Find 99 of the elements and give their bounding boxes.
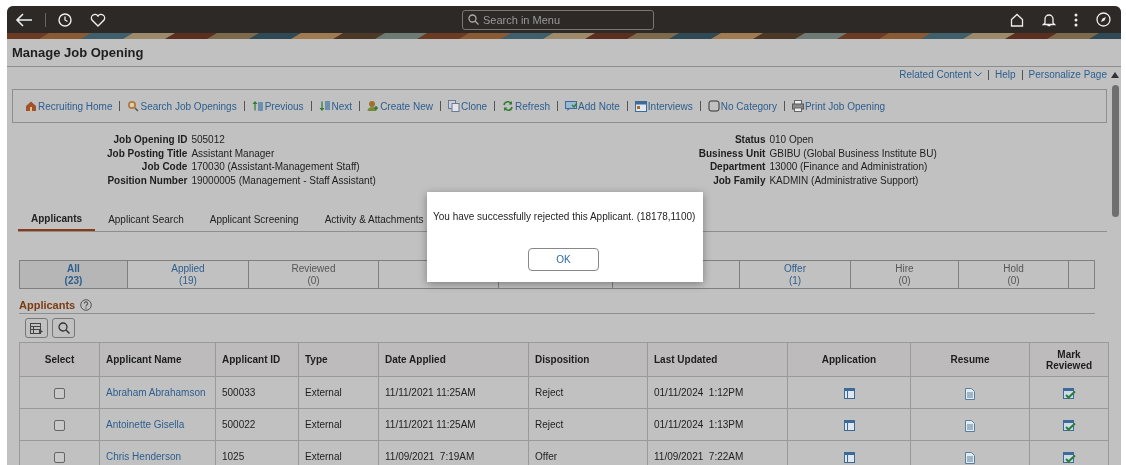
- row-checkbox[interactable]: [54, 420, 65, 432]
- table-cell: 01/11/2024 1:12PM: [647, 376, 788, 409]
- toolbar-link[interactable]: Create New: [367, 98, 433, 114]
- column-header: Select: [19, 342, 100, 377]
- toolbar-link[interactable]: Previous: [251, 98, 304, 114]
- field-value: 170030 (Assistant-Management Staff): [191, 160, 361, 174]
- tab[interactable]: Applicant Search: [95, 207, 197, 232]
- toolbar-link[interactable]: Add Note: [565, 98, 620, 114]
- field-label: Job Posting Title: [107, 146, 188, 161]
- form-icon[interactable]: [843, 452, 855, 464]
- column-header: Disposition: [528, 342, 648, 377]
- bell-icon[interactable]: [1042, 12, 1056, 27]
- table-cell: 11/11/2021 11:25AM: [378, 408, 529, 441]
- home-icon: [25, 100, 37, 112]
- help-icon[interactable]: [80, 299, 93, 312]
- tab[interactable]: Activity & Attachments: [311, 207, 426, 232]
- reviewed-check-icon[interactable]: [1062, 451, 1076, 464]
- table-cell: 500033: [215, 376, 299, 409]
- field-label: Job Code: [140, 160, 188, 174]
- toolbar-link[interactable]: Clone: [447, 98, 488, 114]
- grid-icon: [30, 322, 43, 334]
- copy-icon: [447, 100, 460, 112]
- field-label: Job Family: [712, 173, 766, 188]
- table-cell: External: [298, 408, 379, 441]
- tab[interactable]: Applicants: [18, 207, 96, 232]
- back-icon[interactable]: [15, 12, 33, 27]
- field-label: Job Opening ID: [112, 133, 188, 147]
- search-icon: [127, 100, 140, 112]
- refresh-icon: [502, 100, 515, 112]
- home-icon[interactable]: [1010, 12, 1024, 27]
- table-cell: 11/11/2021 11:25AM: [378, 376, 529, 409]
- table-cell: Reject: [528, 408, 648, 441]
- search-icon: [468, 14, 479, 25]
- field-value: KADMIN (Administrative Support): [769, 173, 920, 188]
- scroll-up-icon[interactable]: [1111, 72, 1119, 79]
- toolbar-link[interactable]: Recruiting Home: [25, 98, 113, 114]
- field-value: 13000 (Finance and Administration): [769, 160, 929, 174]
- clock-icon[interactable]: [58, 12, 72, 27]
- toolbar-link[interactable]: Refresh: [502, 98, 551, 114]
- reviewed-check-icon[interactable]: [1062, 419, 1076, 432]
- column-header: Applicant ID: [215, 342, 299, 377]
- toolbar-link[interactable]: Search Job Openings: [127, 98, 237, 114]
- search-button[interactable]: [52, 318, 75, 339]
- reviewed-check-icon[interactable]: [1062, 387, 1076, 400]
- printer-icon: [791, 100, 804, 112]
- toolbar-link[interactable]: Next: [318, 98, 353, 114]
- field-value: GBIBU (Global Business Institute BU): [769, 146, 937, 161]
- page-link[interactable]: Personalize Page: [1028, 67, 1107, 82]
- chevron-down-icon: [974, 72, 983, 77]
- field-label: Department: [708, 160, 766, 174]
- column-header: Applicant Name: [99, 342, 216, 377]
- table-cell: 01/11/2024 1:13PM: [647, 408, 788, 441]
- column-header: Mark Reviewed: [1029, 342, 1109, 377]
- field-value: 505012: [191, 133, 226, 147]
- document-icon[interactable]: [965, 387, 975, 400]
- form-icon[interactable]: [843, 388, 855, 400]
- column-header: Resume: [910, 342, 1030, 377]
- document-icon[interactable]: [965, 419, 975, 432]
- field-value: Assistant Manager: [191, 146, 276, 161]
- field-value: 010 Open: [769, 133, 815, 147]
- related-content-menu[interactable]: Related Content: [899, 67, 983, 82]
- search-icon: [57, 322, 70, 335]
- table-cell: Reject: [528, 376, 648, 409]
- ok-button[interactable]: OK: [528, 248, 599, 271]
- compass-icon[interactable]: [1096, 12, 1111, 27]
- calendar-icon: [634, 100, 647, 112]
- dialog-message: You have successfully rejected this Applicant. (18178,1100): [433, 211, 697, 223]
- page-title: Manage Job Opening: [7, 39, 1121, 67]
- column-header: Type: [298, 342, 379, 377]
- table-cell: 500022: [215, 408, 299, 441]
- column-header: Date Applied: [378, 342, 529, 377]
- column-settings-button[interactable]: [25, 318, 48, 339]
- field-value: 19000005 (Management - Staff Assistant): [191, 173, 376, 188]
- row-checkbox[interactable]: [54, 388, 65, 400]
- toolbar-link[interactable]: Interviews: [634, 98, 693, 114]
- person-add-icon: [367, 100, 380, 112]
- field-label: Business Unit: [698, 146, 766, 161]
- tab[interactable]: Applicant Screening: [196, 207, 312, 232]
- form-icon[interactable]: [843, 420, 855, 432]
- down-arrow-icon: [318, 100, 331, 112]
- row-checkbox[interactable]: [54, 452, 65, 464]
- up-arrow-icon: [251, 100, 264, 112]
- field-label: Status: [733, 133, 766, 147]
- section-title: Applicants: [19, 298, 76, 314]
- page-link[interactable]: Help: [995, 67, 1016, 82]
- status-filter-tab[interactable]: All (23): [20, 261, 128, 289]
- table-cell: External: [298, 376, 379, 409]
- heart-icon[interactable]: [90, 12, 106, 27]
- more-icon[interactable]: [1074, 12, 1078, 27]
- document-icon[interactable]: [965, 451, 975, 464]
- search-field[interactable]: Search in Menu: [462, 9, 654, 30]
- column-header: Last Updated: [647, 342, 788, 377]
- toolbar-link[interactable]: Print Job Opening: [791, 98, 885, 114]
- note-icon: [565, 100, 578, 112]
- scroll-thumb[interactable]: [1111, 85, 1119, 217]
- field-label: Position Number: [107, 173, 188, 188]
- square-icon: [707, 100, 720, 112]
- toolbar-link[interactable]: No Category: [707, 98, 777, 114]
- column-header: Application: [787, 342, 911, 377]
